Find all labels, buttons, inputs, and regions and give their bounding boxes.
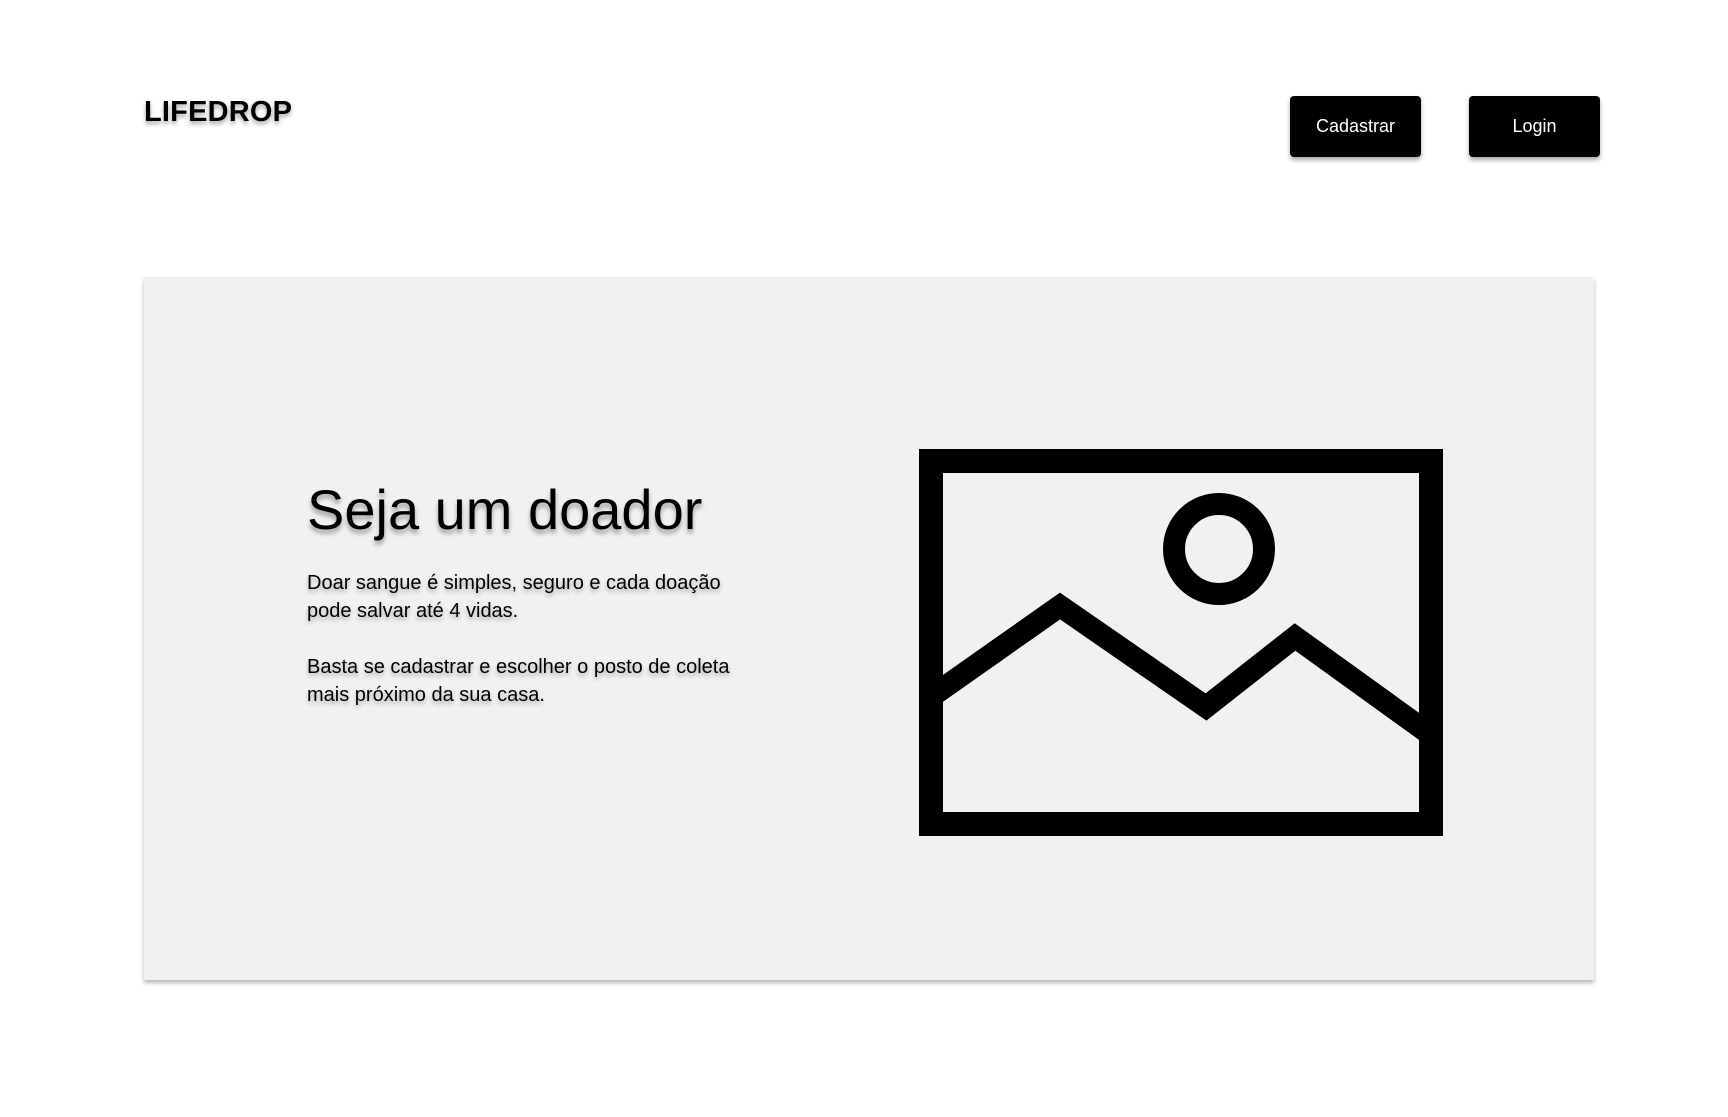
- login-button[interactable]: Login: [1469, 96, 1600, 157]
- hero-paragraph-donation: Doar sangue é simples, seguro e cada doa…: [307, 572, 721, 622]
- brand-logo[interactable]: LIFEDROP: [144, 96, 292, 129]
- image-placeholder-icon: [919, 449, 1443, 836]
- register-button[interactable]: Cadastrar: [1290, 96, 1421, 157]
- hero-paragraph-register: Basta se cadastrar e escolher o posto de…: [307, 656, 730, 706]
- hero-section: Seja um doador Doar sangue é simples, se…: [144, 277, 1594, 980]
- hero-title: Seja um doador: [307, 478, 703, 541]
